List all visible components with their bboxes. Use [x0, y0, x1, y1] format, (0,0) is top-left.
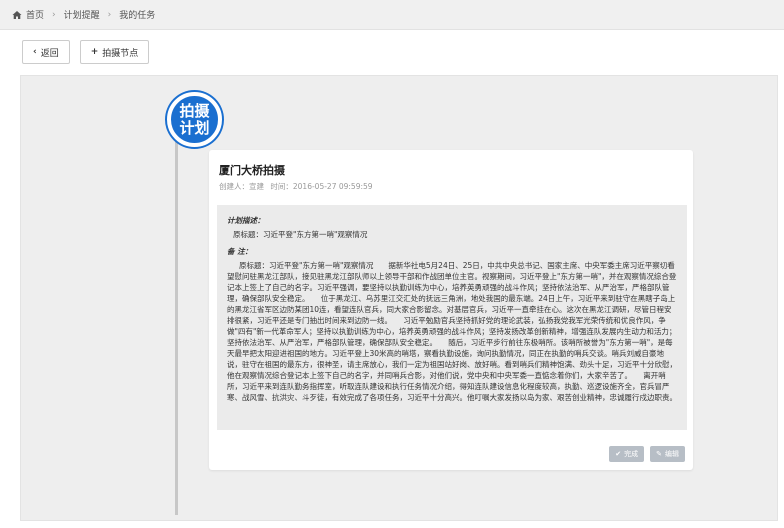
edit-icon: ✎ — [656, 450, 662, 458]
task-meta: 创建人：宣建 时间：2016-05-27 09:59:59 — [219, 181, 377, 192]
timeline-node-shooting-plan: 拍摄 计划 — [167, 92, 222, 147]
breadcrumb: 首页 › 计划提醒 › 我的任务 — [0, 0, 784, 30]
add-shooting-node-button[interactable]: + 拍摄节点 — [79, 40, 150, 64]
breadcrumb-separator: › — [107, 9, 112, 20]
notes-text: 原标题：习近平登"东方第一哨"观察情况 据新华社电5月24日、25日，中共中央总… — [227, 261, 677, 402]
breadcrumb-separator: › — [52, 9, 56, 20]
timeline-node-text-line2: 计划 — [179, 118, 210, 137]
complete-button-label: 完成 — [624, 450, 639, 458]
breadcrumb-current: 我的任务 — [119, 11, 156, 21]
toolbar: ‹ 返回 + 拍摄节点 — [20, 36, 780, 68]
task-time: 时间：2016-05-27 09:59:59 — [270, 182, 373, 191]
home-icon — [12, 10, 22, 19]
edit-button-label: 编辑 — [665, 450, 679, 458]
timeline-line — [175, 135, 178, 515]
back-button[interactable]: ‹ 返回 — [22, 40, 70, 64]
complete-button[interactable]: ✔ 完成 — [609, 446, 645, 462]
task-content: 计划描述： 原标题：习近平登"东方第一哨"观察情况 备 注： 原标题：习近平登"… — [217, 205, 687, 430]
back-button-label: 返回 — [40, 48, 59, 59]
task-creator: 创建人：宣建 — [219, 182, 264, 191]
breadcrumb-plan-reminder[interactable]: 计划提醒 — [64, 8, 100, 21]
edit-button[interactable]: ✎ 编辑 — [650, 446, 685, 462]
check-icon: ✔ — [615, 450, 622, 458]
card-actions: ✔ 完成 ✎ 编辑 — [609, 446, 685, 462]
plus-icon: + — [90, 47, 99, 57]
chevron-left-icon: ‹ — [33, 47, 37, 57]
task-card: 厦门大桥拍摄 创建人：宣建 时间：2016-05-27 09:59:59 计划描… — [209, 150, 693, 470]
task-title: 厦门大桥拍摄 — [219, 164, 285, 177]
plan-desc-label: 计划描述： — [227, 216, 265, 225]
add-node-button-label: 拍摄节点 — [102, 48, 139, 59]
notes-label: 备 注： — [227, 247, 253, 256]
plan-desc-text: 原标题：习近平登"东方第一哨"观察情况 — [233, 230, 368, 239]
breadcrumb-home[interactable]: 首页 — [26, 8, 44, 21]
timeline-node-text-line1: 拍摄 — [179, 101, 210, 120]
